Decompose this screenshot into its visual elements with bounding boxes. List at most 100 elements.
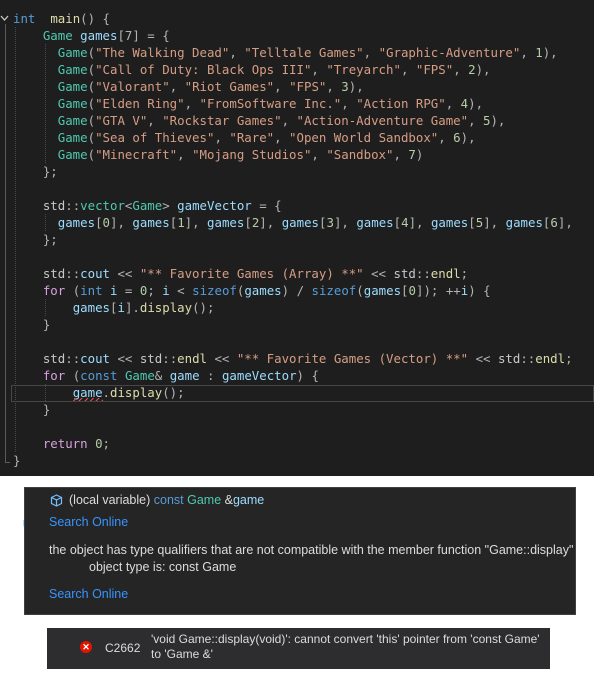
code-line[interactable]: Game("The Walking Dead", "Telltale Games…	[0, 44, 594, 61]
hover-signature: (local variable) const Game &game	[50, 493, 264, 507]
code-line[interactable]: Game("GTA V", "Rockstar Games", "Action-…	[0, 112, 594, 129]
code-line[interactable]	[0, 248, 594, 265]
code-token: ,	[400, 62, 416, 77]
code-line[interactable]: for (const Game& game : gameVector) {	[0, 367, 594, 384]
code-line[interactable]: games[0], games[1], games[2], games[3], …	[0, 214, 594, 231]
search-online-link[interactable]: Search Online	[49, 515, 128, 529]
code-token: endl	[535, 351, 566, 366]
code-token: ,	[147, 113, 163, 128]
error-code: C2662	[105, 641, 141, 655]
code-token: "Minecraft"	[95, 147, 178, 162]
code-line[interactable]	[0, 180, 594, 197]
code-token: cout	[80, 351, 110, 366]
code-line[interactable]: Game("Sea of Thieves", "Rare", "Open Wor…	[0, 129, 594, 146]
code-line-text: std::cout << std::endl << "** Favorite G…	[13, 350, 573, 367]
code-token: :	[199, 368, 222, 383]
code-line[interactable]: int main() {	[0, 10, 594, 27]
code-token: &	[154, 368, 170, 383]
code-line[interactable]: Game("Minecraft", "Mojang Studios", "San…	[0, 146, 594, 163]
code-token: ,	[520, 45, 536, 60]
code-line-text: Game("Sea of Thieves", "Rare", "Open Wor…	[13, 129, 476, 146]
code-token: (	[87, 113, 96, 128]
code-token: 1	[177, 215, 185, 230]
code-line[interactable]: std::vector<Game> gameVector = {	[0, 197, 594, 214]
code-token: (	[87, 130, 96, 145]
code-token: int	[80, 283, 103, 298]
code-line[interactable]: Game("Call of Duty: Black Ops III", "Tre…	[0, 61, 594, 78]
code-line[interactable]	[0, 333, 594, 350]
code-token: ;	[460, 266, 469, 281]
code-line-text: for (const Game& game : gameVector) {	[13, 367, 319, 384]
code-line[interactable]: };	[0, 231, 594, 248]
code-line[interactable]: Game("Elden Ring", "FromSoftware Inc.", …	[0, 95, 594, 112]
code-token: (	[87, 147, 96, 162]
search-online-link-2[interactable]: Search Online	[49, 587, 128, 601]
code-line[interactable]: return 0;	[0, 435, 594, 452]
code-token: gameVector	[177, 198, 252, 213]
code-token: ),	[348, 79, 364, 94]
diagnostic-detail: object type is: const Game	[89, 560, 237, 574]
code-token: ),	[475, 62, 491, 77]
fold-rail	[5, 24, 6, 462]
code-editor[interactable]: int main() { Game games[7] = { Game("The…	[0, 0, 594, 476]
code-token: 6	[453, 130, 461, 145]
code-token: for	[42, 368, 66, 383]
code-token: =	[117, 283, 140, 298]
code-token: "Riot Games"	[184, 79, 275, 94]
code-token: for	[42, 283, 66, 298]
code-line[interactable]: }	[0, 452, 594, 469]
code-token: [	[468, 215, 476, 230]
code-token: ],	[333, 215, 357, 230]
code-line[interactable]: }	[0, 401, 594, 418]
code-token: games	[72, 300, 110, 315]
code-token: <<	[468, 351, 498, 366]
code-token: ,	[468, 113, 483, 128]
code-token: ,	[363, 45, 379, 60]
code-line[interactable]: };	[0, 163, 594, 180]
code-token: std	[393, 266, 416, 281]
diagnostic-message: the object has type qualifiers that are …	[49, 543, 574, 557]
code-token: std	[497, 351, 521, 366]
code-line[interactable]	[0, 418, 594, 435]
code-line[interactable]: Game games[7] = {	[0, 27, 594, 44]
code-line[interactable]: }	[0, 316, 594, 333]
code-token: std	[42, 266, 66, 281]
code-token: ::	[415, 266, 431, 281]
code-token: sizeof	[311, 283, 357, 298]
code-line-text: return 0;	[13, 435, 110, 452]
code-token: <<	[110, 266, 140, 281]
code-token: int	[13, 11, 36, 26]
code-token: 7	[408, 147, 416, 162]
error-list-row[interactable]: ✕ C2662 'void Game::display(void)': cann…	[47, 628, 550, 669]
code-token: <<	[207, 351, 237, 366]
code-line[interactable]: std::cout << "** Favorite Games (Array) …	[0, 265, 594, 282]
code-token: std	[42, 198, 66, 213]
code-line-text: }	[13, 401, 50, 418]
code-token: ,	[311, 147, 327, 162]
code-token: >	[162, 198, 178, 213]
code-token: ;	[147, 283, 163, 298]
fold-end-tick	[5, 462, 10, 463]
code-token: "Valorant"	[95, 79, 170, 94]
code-token: 2	[468, 62, 476, 77]
code-token: 3	[341, 79, 349, 94]
code-token: ) /	[281, 283, 312, 298]
code-token: () {	[80, 11, 110, 26]
code-line-text: Game("The Walking Dead", "Telltale Games…	[13, 44, 558, 61]
code-line[interactable]: std::cout << std::endl << "** Favorite G…	[0, 350, 594, 367]
code-line[interactable]: for (int i = 0; i < sizeof(games) / size…	[0, 282, 594, 299]
code-line[interactable]: Game("Valorant", "Riot Games", "FPS", 3)…	[0, 78, 594, 95]
code-line[interactable]: games[i].display();	[0, 299, 594, 316]
code-token: (	[87, 79, 96, 94]
code-token: = {	[251, 198, 282, 213]
indent-guide	[44, 214, 46, 231]
code-token: ,	[169, 79, 185, 94]
code-token: "Rockstar Games"	[162, 113, 282, 128]
